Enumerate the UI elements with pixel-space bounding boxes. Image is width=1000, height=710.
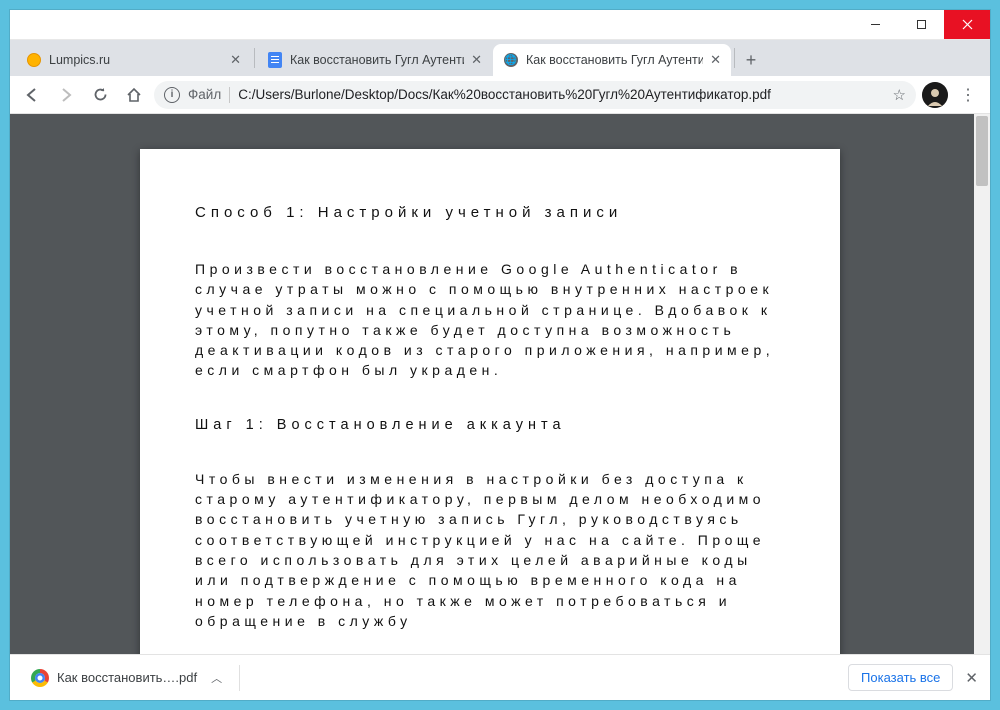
vertical-scrollbar[interactable] (974, 114, 990, 654)
tab-title: Lumpics.ru (49, 53, 223, 67)
tab-close-icon[interactable]: ✕ (471, 52, 482, 68)
chrome-icon (31, 669, 49, 687)
forward-button[interactable] (52, 81, 80, 109)
reload-button[interactable] (86, 81, 114, 109)
show-all-downloads-button[interactable]: Показать все (848, 664, 953, 691)
tab-close-icon[interactable]: ✕ (710, 52, 721, 68)
window-maximize-button[interactable] (898, 10, 944, 39)
window-minimize-button[interactable] (852, 10, 898, 39)
url-separator (229, 87, 230, 103)
close-downloads-bar-icon[interactable]: ✕ (965, 669, 978, 687)
address-bar[interactable]: i Файл C:/Users/Burlone/Desktop/Docs/Как… (154, 81, 916, 109)
doc-paragraph: Произвести восстановление Google Authent… (195, 259, 785, 381)
pdf-viewport[interactable]: Способ 1: Настройки учетной записи Произ… (10, 114, 990, 654)
home-button[interactable] (120, 81, 148, 109)
info-icon[interactable]: i (164, 87, 180, 103)
doc-heading-2: Шаг 1: Восстановление аккаунта (195, 417, 785, 433)
doc-paragraph: Чтобы внести изменения в настройки без д… (195, 469, 785, 631)
tab-separator (734, 48, 735, 68)
chevron-up-icon[interactable]: ︿ (211, 670, 222, 686)
download-separator (239, 665, 240, 691)
favicon-orange-icon (26, 52, 42, 68)
favicon-globe-icon: 🌐 (503, 52, 519, 68)
tab-strip: Lumpics.ru ✕ Как восстановить Гугл Аутен… (10, 40, 990, 76)
downloads-bar: Как восстановить….pdf ︿ Показать все ✕ (10, 654, 990, 700)
url-text: C:/Users/Burlone/Desktop/Docs/Как%20восс… (238, 87, 884, 102)
tab-pdf[interactable]: 🌐 Как восстановить Гугл Аутентис ✕ (493, 44, 731, 76)
menu-button[interactable]: ⋮ (954, 85, 982, 105)
browser-window: Lumpics.ru ✕ Как восстановить Гугл Аутен… (10, 10, 990, 700)
download-filename: Как восстановить….pdf (57, 670, 197, 685)
tab-separator (254, 48, 255, 68)
doc-heading-1: Способ 1: Настройки учетной записи (195, 204, 785, 221)
download-item[interactable]: Как восстановить….pdf ︿ (22, 664, 231, 692)
pdf-page: Способ 1: Настройки учетной записи Произ… (140, 149, 840, 654)
tab-close-icon[interactable]: ✕ (230, 52, 241, 68)
new-tab-button[interactable]: + (737, 44, 765, 76)
toolbar: i Файл C:/Users/Burlone/Desktop/Docs/Как… (10, 76, 990, 114)
bookmark-icon[interactable]: ☆ (893, 86, 906, 104)
window-titlebar (10, 10, 990, 40)
tab-title: Как восстановить Гугл Аутентис (290, 53, 464, 67)
back-button[interactable] (18, 81, 46, 109)
window-close-button[interactable] (944, 10, 990, 39)
profile-avatar[interactable] (922, 82, 948, 108)
tab-gdoc[interactable]: Как восстановить Гугл Аутентис ✕ (257, 44, 492, 76)
scrollbar-thumb[interactable] (976, 116, 988, 186)
tab-title: Как восстановить Гугл Аутентис (526, 53, 703, 67)
tab-lumpics[interactable]: Lumpics.ru ✕ (16, 44, 251, 76)
url-scheme-label: Файл (188, 87, 221, 102)
favicon-doc-icon (267, 52, 283, 68)
